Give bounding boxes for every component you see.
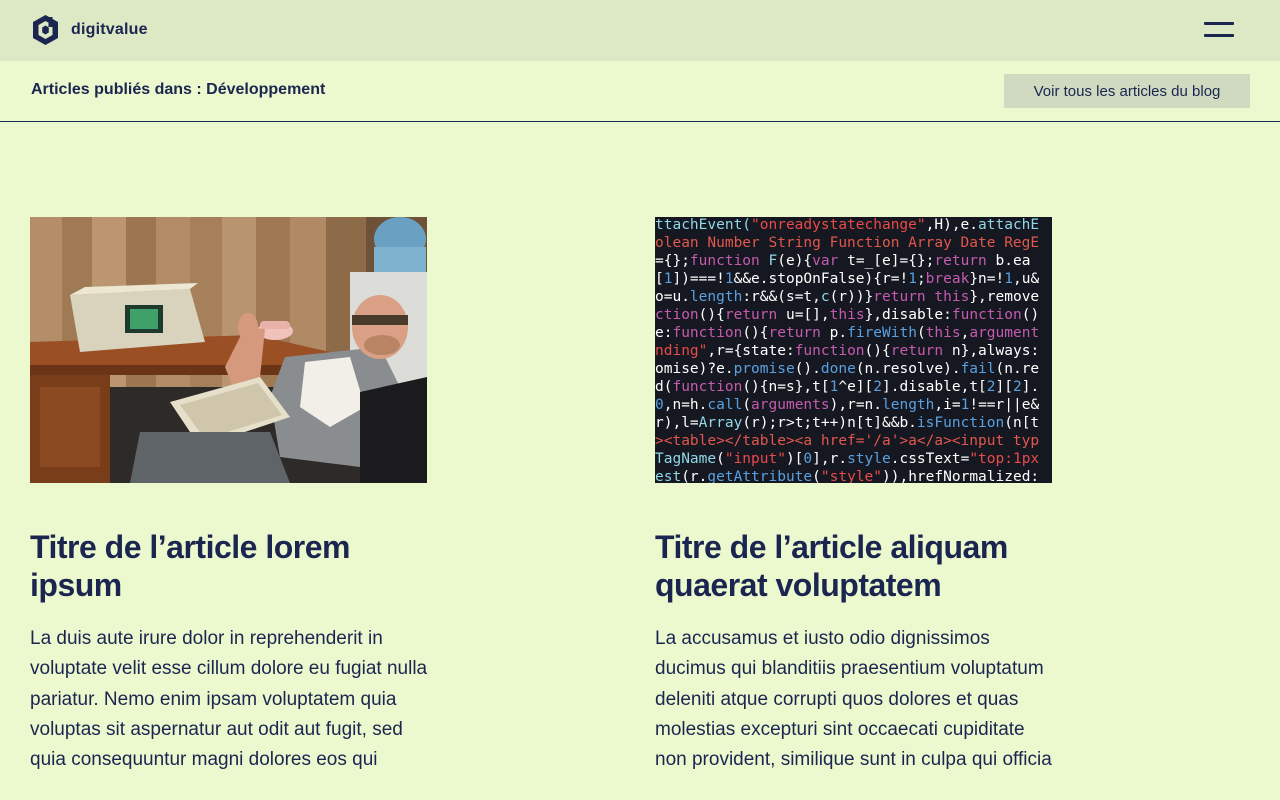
article-title[interactable]: Titre de l’article aliquam quaerat volup… [655, 528, 1055, 604]
category-title: Articles publiés dans : Développement [31, 81, 326, 98]
svg-text:d(function(){n=s},t[1^e][2].di: d(function(){n=s},t[1^e][2].disable,t[2]… [655, 379, 1039, 395]
top-navigation-bar: digitvalue [0, 0, 1280, 61]
category-header: Articles publiés dans : Développement Vo… [0, 61, 1280, 122]
hamburger-menu-icon[interactable] [1198, 16, 1240, 46]
svg-text:o=u.length:r&&(s=t,c(r))}retur: o=u.length:r&&(s=t,c(r))}return this},re… [655, 289, 1039, 305]
article-image-source-code[interactable]: ttachEvent("onreadystatechange",H),e.att… [655, 217, 1052, 483]
brand-name: digitvalue [71, 21, 148, 38]
svg-text:e:function(){return p.fireWith: e:function(){return p.fireWith(this,argu… [655, 325, 1039, 341]
svg-text:ttachEvent("onreadystatechange: ttachEvent("onreadystatechange",H),e.att… [655, 217, 1039, 233]
article-title[interactable]: Titre de l’article lorem ipsum [30, 528, 430, 604]
article-card[interactable]: ttachEvent("onreadystatechange",H),e.att… [655, 217, 1055, 775]
article-card[interactable]: Titre de l’article lorem ipsum La duis a… [30, 217, 430, 775]
svg-text:TagName("input")[0],r.style.cs: TagName("input")[0],r.style.cssText="top… [655, 451, 1039, 467]
svg-text:={};function F(e){var t=_[e]={: ={};function F(e){var t=_[e]={};return b… [655, 253, 1030, 269]
svg-text:nding",r={state:function(){ret: nding",r={state:function(){return n},alw… [655, 343, 1039, 359]
svg-text:omise)?e.promise().done(n.reso: omise)?e.promise().done(n.resolve).fail(… [655, 361, 1039, 377]
svg-text:[1])===!1&&e.stopOnFalse){r=!1: [1])===!1&&e.stopOnFalse){r=!1;break}n=!… [655, 271, 1039, 287]
article-image-retro-computer[interactable] [30, 217, 427, 483]
svg-text:olean Number String Function A: olean Number String Function Array Date … [655, 235, 1039, 251]
svg-text:0,n=h.call(arguments),r=n.leng: 0,n=h.call(arguments),r=n.length,i=1!==r… [655, 397, 1039, 413]
svg-text:ction(){return u=[],this},disa: ction(){return u=[],this},disable:functi… [655, 307, 1039, 323]
all-articles-button[interactable]: Voir tous les articles du blog [1004, 74, 1250, 108]
article-excerpt: La duis aute irure dolor in reprehenderi… [30, 628, 428, 771]
svg-text:><table></table><a href='/a'>a: ><table></table><a href='/a'>a</a><input… [655, 433, 1039, 449]
svg-text:r),l=Array(r);r>t;t++)n[t]&&b.: r),l=Array(r);r>t;t++)n[t]&&b.isFunction… [655, 415, 1039, 431]
svg-text:est(r.getAttribute("style")),h: est(r.getAttribute("style")),hrefNormali… [655, 469, 1039, 483]
brand-logo[interactable]: digitvalue [31, 14, 148, 46]
article-excerpt: La accusamus et iusto odio dignissimos d… [655, 628, 1052, 771]
digitvalue-logo-icon [33, 15, 58, 45]
